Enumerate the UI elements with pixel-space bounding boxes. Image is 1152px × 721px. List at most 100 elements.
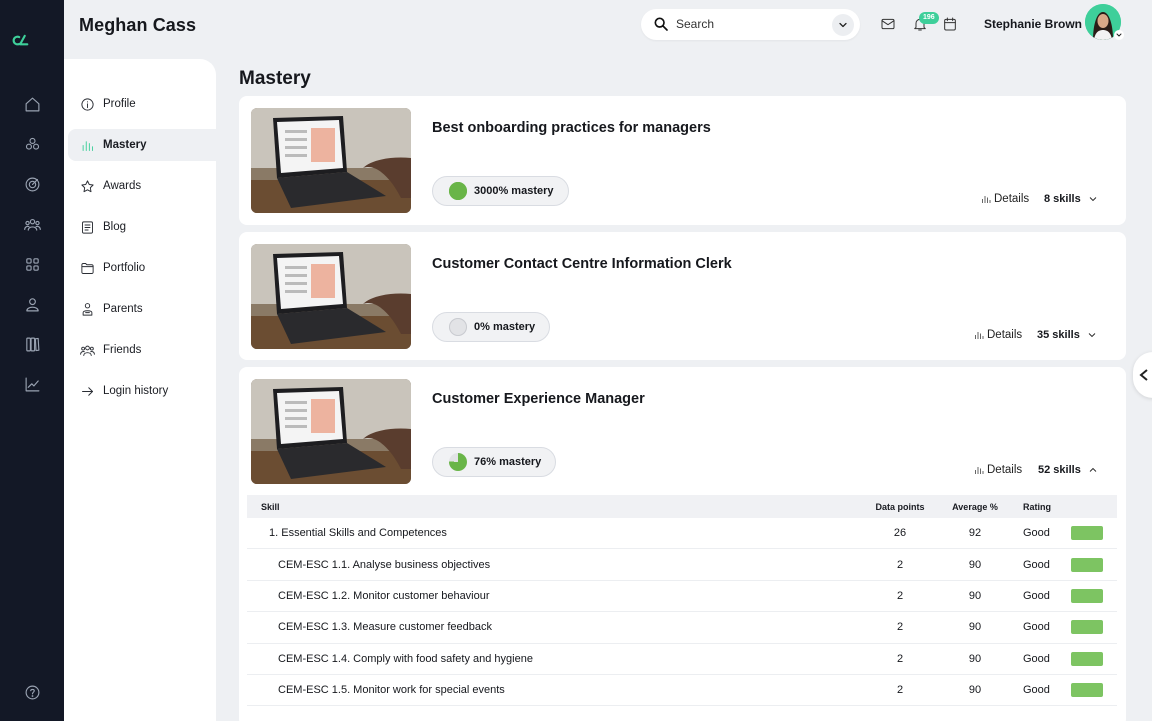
- star-icon: [81, 179, 94, 192]
- help-icon[interactable]: [20, 680, 44, 704]
- mastery-label: 76% mastery: [474, 456, 542, 468]
- search-input[interactable]: Search: [641, 9, 860, 40]
- search-placeholder: Search: [676, 17, 715, 31]
- table-row[interactable]: CEM-ESC 1.3. Measure customer feedback 2…: [247, 612, 1117, 644]
- subnav-item-awards[interactable]: Awards: [68, 170, 216, 202]
- apps-icon[interactable]: [20, 252, 44, 276]
- subnav-item-mastery[interactable]: Mastery: [68, 129, 216, 161]
- average-value: 90: [968, 589, 982, 602]
- subnav-item-login-history[interactable]: Login history: [68, 375, 216, 407]
- skills-count: 8 skills: [1044, 193, 1081, 205]
- mastery-pill[interactable]: 3000% mastery: [432, 176, 569, 206]
- table-row[interactable]: CEM-ESC 1.5. Monitor work for special ev…: [247, 675, 1117, 707]
- average-value: 90: [968, 621, 982, 634]
- subnav-label: Parents: [103, 303, 143, 315]
- search-icon: [654, 17, 668, 31]
- mastery-label: 3000% mastery: [474, 185, 554, 197]
- chart-icon[interactable]: [20, 372, 44, 396]
- account-name[interactable]: Stephanie Brown: [984, 17, 1082, 31]
- mastery-pie-icon: [449, 453, 467, 471]
- subnav-item-blog[interactable]: Blog: [68, 211, 216, 243]
- chevron-down-icon: [839, 22, 847, 28]
- rating-bar: [1071, 557, 1103, 572]
- skill-name: CEM-ESC 1.2. Monitor customer behaviour: [278, 589, 490, 602]
- mastery-pill[interactable]: 76% mastery: [432, 447, 557, 477]
- col-rating[interactable]: Rating: [1015, 502, 1067, 512]
- course-title: Customer Experience Manager: [432, 391, 645, 407]
- info-icon: [81, 97, 94, 111]
- target-icon[interactable]: [20, 172, 44, 196]
- data-points-value: 2: [896, 652, 904, 665]
- col-skill[interactable]: Skill: [247, 502, 865, 512]
- data-points-value: 2: [896, 558, 904, 571]
- calendar-icon[interactable]: [942, 16, 958, 32]
- home-icon[interactable]: [20, 92, 44, 116]
- page-user-title: Meghan Cass: [79, 15, 197, 35]
- course-title: Best onboarding practices for managers: [432, 120, 711, 136]
- skill-name: CEM-ESC 1.1. Analyse business objectives: [278, 558, 491, 571]
- page-title: Mastery: [239, 68, 311, 89]
- table-row[interactable]: CEM-ESC 1.4. Comply with food safety and…: [247, 644, 1117, 675]
- account-menu-chevron-icon[interactable]: [1114, 30, 1124, 40]
- mastery-pie-icon: [449, 318, 467, 336]
- user-icon[interactable]: [20, 292, 44, 316]
- skills-toggle[interactable]: 8 skills: [1044, 193, 1099, 205]
- subnav-item-profile[interactable]: Profile: [68, 88, 216, 120]
- details-link[interactable]: Details: [973, 464, 1022, 476]
- notification-badge: 196: [919, 12, 939, 24]
- skill-name: CEM-ESC 1.5. Monitor work for special ev…: [278, 684, 505, 697]
- rating-bar: [1071, 588, 1103, 603]
- subnav-label: Mastery: [103, 139, 147, 151]
- chevron-up-icon: [1089, 467, 1097, 472]
- rating-value: Good: [1023, 527, 1050, 540]
- bar-chart-icon: [82, 140, 93, 151]
- skill-name: CEM-ESC 1.4. Comply with food safety and…: [278, 652, 533, 665]
- search-dropdown-button[interactable]: [832, 14, 854, 36]
- mastery-pill[interactable]: 0% mastery: [432, 312, 551, 342]
- average-value: 90: [968, 558, 982, 571]
- friends-icon: [80, 345, 95, 356]
- details-link[interactable]: Details: [973, 329, 1022, 341]
- subnav-item-portfolio[interactable]: Portfolio: [68, 252, 216, 284]
- course-thumbnail: [251, 108, 411, 213]
- chevron-down-icon: [1089, 197, 1097, 202]
- course-thumbnail: [251, 244, 411, 349]
- mastery-label: 0% mastery: [474, 321, 536, 333]
- table-row[interactable]: 1. Essential Skills and Competences 26 9…: [247, 518, 1117, 550]
- library-icon[interactable]: [20, 332, 44, 356]
- details-link[interactable]: Details: [980, 193, 1029, 205]
- skills-count: 35 skills: [1037, 329, 1080, 341]
- side-panel-toggle[interactable]: [1133, 352, 1152, 398]
- data-points-value: 26: [893, 527, 907, 540]
- chevron-down-icon: [1088, 333, 1096, 338]
- skills-toggle[interactable]: 52 skills: [1038, 464, 1099, 476]
- app-logo[interactable]: [12, 32, 52, 62]
- col-average[interactable]: Average %: [935, 502, 1015, 512]
- col-data-points[interactable]: Data points: [865, 502, 935, 512]
- table-row[interactable]: CEM-ESC 1.2. Monitor customer behaviour …: [247, 581, 1117, 613]
- subnav-item-parents[interactable]: Parents: [68, 293, 216, 325]
- skills-table: Skill Data points Average % Rating 1. Es…: [247, 495, 1117, 707]
- rating-value: Good: [1023, 684, 1050, 697]
- subnav-label: Blog: [103, 221, 127, 233]
- rating-value: Good: [1023, 652, 1050, 665]
- table-row[interactable]: CEM-ESC 1.1. Analyse business objectives…: [247, 549, 1117, 581]
- skills-toggle[interactable]: 35 skills: [1037, 329, 1098, 341]
- table-header: Skill Data points Average % Rating: [247, 495, 1117, 518]
- rating-bar: [1071, 526, 1103, 541]
- data-points-value: 2: [896, 684, 904, 697]
- details-label: Details: [987, 464, 1023, 476]
- folder-icon: [81, 262, 94, 274]
- subnav-label: Login history: [103, 385, 169, 397]
- modules-icon[interactable]: [20, 132, 44, 156]
- mail-icon[interactable]: [880, 16, 896, 32]
- course-card-expanded: Customer Experience Manager 76% mastery …: [239, 367, 1126, 721]
- skills-count: 52 skills: [1038, 464, 1081, 476]
- bar-chart-icon: [975, 332, 984, 339]
- details-label: Details: [994, 193, 1030, 205]
- people-icon[interactable]: [20, 212, 44, 236]
- top-header: Meghan Cass Search 196 Stephanie Brown: [64, 0, 1152, 56]
- subnav-item-friends[interactable]: Friends: [68, 334, 216, 366]
- subnav-label: Profile: [103, 98, 136, 110]
- rating-value: Good: [1023, 558, 1050, 571]
